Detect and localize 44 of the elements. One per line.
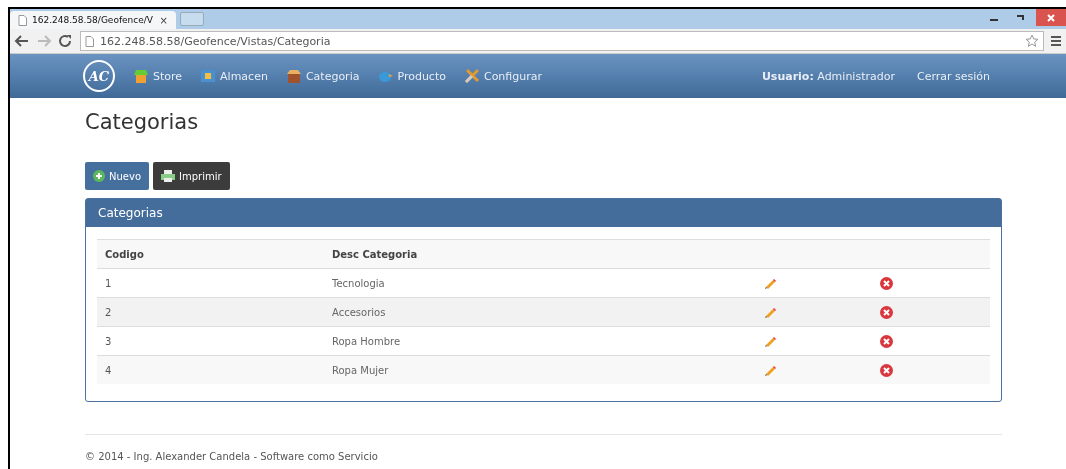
delete-icon[interactable] <box>880 334 893 348</box>
footer-text: © 2014 - Ing. Alexander Candela - Software como Servicio <box>85 434 1002 462</box>
close-icon <box>1046 12 1056 23</box>
pencil-icon[interactable] <box>764 306 776 318</box>
nav-link[interactable]: Producto <box>377 68 446 84</box>
printer-icon <box>161 170 175 182</box>
store-icon <box>133 68 149 84</box>
tools-icon <box>463 68 480 84</box>
nav-link[interactable]: Categoria <box>285 68 360 84</box>
delete-icon[interactable] <box>880 363 893 377</box>
url-field[interactable]: 162.248.58.58/Geofence/Vistas/Categoria <box>80 31 1044 51</box>
table-cell: 2 <box>97 297 324 327</box>
page-icon <box>85 35 94 47</box>
delete-icon[interactable] <box>880 305 893 319</box>
column-header: Desc Categoria <box>324 239 756 269</box>
table-cell: Accesorios <box>324 297 756 327</box>
browser-tab[interactable]: 162.248.58.58/Geofence/V × <box>10 11 176 29</box>
logo[interactable]: AC <box>83 60 115 92</box>
nav-link[interactable]: Store <box>133 68 183 84</box>
pencil-icon[interactable] <box>764 335 776 347</box>
print-button[interactable]: Imprimir <box>153 162 230 190</box>
star-icon[interactable] <box>1025 34 1039 48</box>
box-icon <box>200 68 217 84</box>
page-title: Categorias <box>85 110 200 134</box>
column-header: Codigo <box>97 239 324 269</box>
tab-close-button[interactable]: × <box>159 14 168 26</box>
crate-icon <box>285 68 302 84</box>
plus-icon <box>93 170 105 182</box>
reload-icon[interactable] <box>58 34 74 48</box>
pencil-icon[interactable] <box>764 277 776 289</box>
table-cell: Ropa Mujer <box>324 355 756 384</box>
menu-icon[interactable] <box>1050 34 1062 48</box>
nav-link[interactable]: Almacen <box>200 68 268 84</box>
page-icon <box>18 14 27 26</box>
close-button[interactable] <box>1036 9 1066 26</box>
nav-link[interactable]: Configurar <box>463 68 542 84</box>
back-icon[interactable] <box>14 34 30 48</box>
user-label: Usuario: Administrador <box>761 69 895 83</box>
logout-link[interactable]: Cerrar sesión <box>916 69 990 83</box>
delete-icon[interactable] <box>880 276 893 290</box>
new-button[interactable]: Nuevo <box>85 162 149 190</box>
pencil-icon[interactable] <box>764 364 776 376</box>
table-cell: 4 <box>97 355 324 384</box>
panel-header: Categorias <box>86 199 1001 227</box>
